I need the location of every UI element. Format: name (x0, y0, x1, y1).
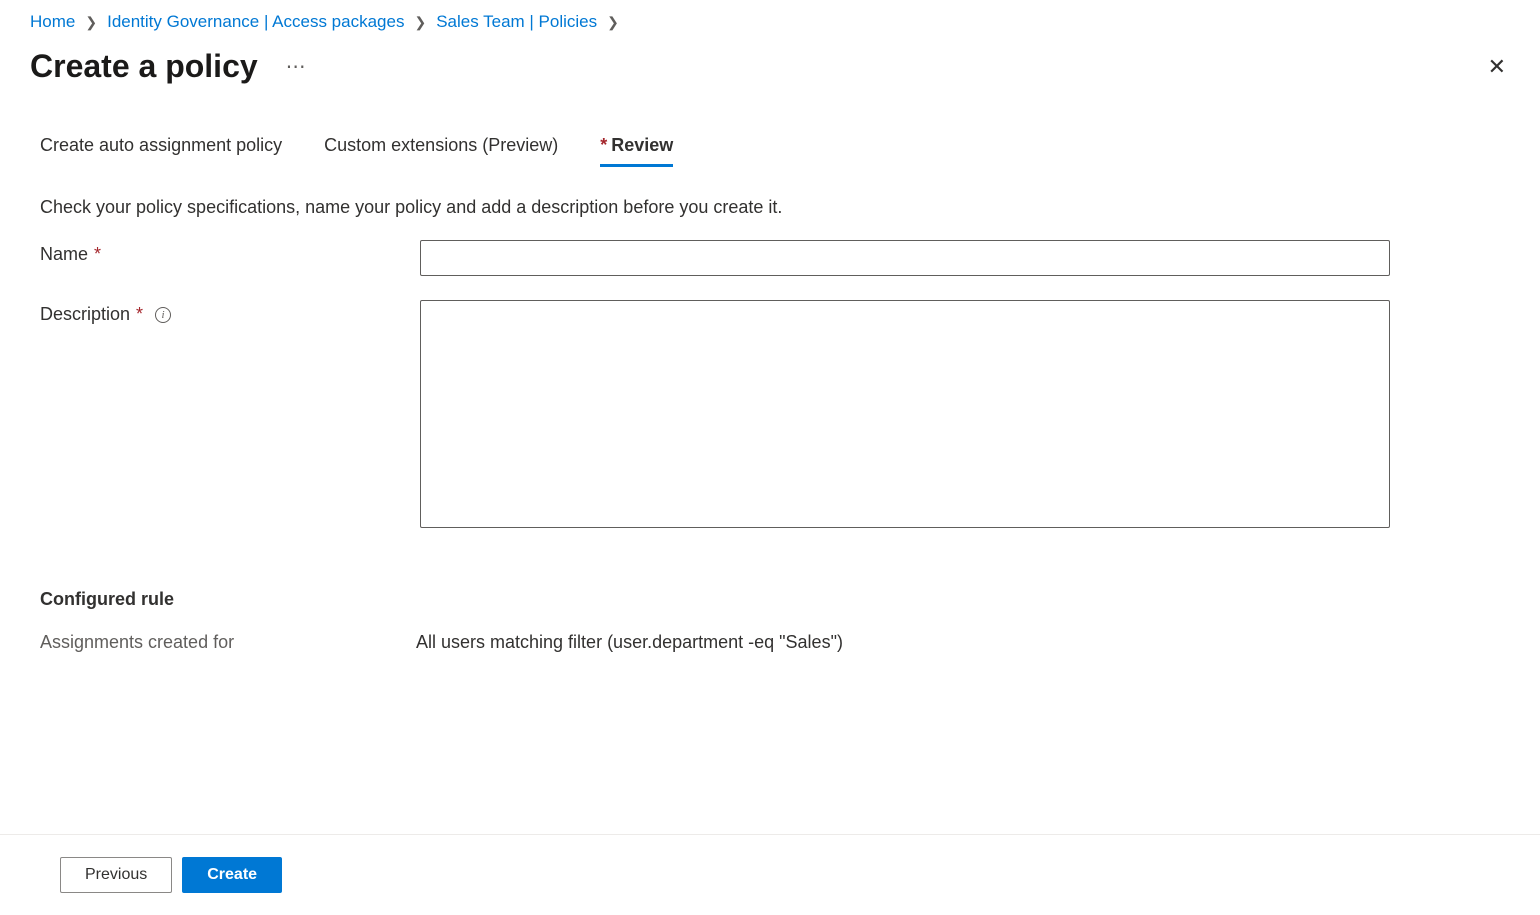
required-indicator-icon: * (136, 304, 143, 325)
chevron-right-icon: ❯ (85, 14, 97, 31)
intro-text: Check your policy specifications, name y… (40, 197, 1500, 218)
page-header: Create a policy ⋯ ✕ (0, 40, 1540, 95)
name-input[interactable] (420, 240, 1390, 276)
breadcrumb-sales-team-policies[interactable]: Sales Team | Policies (436, 12, 597, 32)
footer-actions: Previous Create (0, 834, 1540, 915)
tab-label: Create auto assignment policy (40, 135, 282, 155)
form-row-name: Name * (40, 240, 1500, 276)
description-input[interactable] (420, 300, 1390, 528)
form-row-description: Description * i (40, 300, 1500, 531)
label-text: Description (40, 304, 130, 325)
previous-button[interactable]: Previous (60, 857, 172, 893)
page-title: Create a policy (30, 48, 258, 85)
tab-strip: Create auto assignment policy Custom ext… (40, 135, 1500, 167)
info-icon[interactable]: i (155, 307, 171, 323)
assignments-label: Assignments created for (40, 632, 416, 653)
main-content: Create auto assignment policy Custom ext… (0, 95, 1540, 653)
assignments-row: Assignments created for All users matchi… (40, 632, 1500, 653)
breadcrumb: Home ❯ Identity Governance | Access pack… (0, 0, 1540, 40)
tab-create-auto-assignment-policy[interactable]: Create auto assignment policy (40, 135, 282, 167)
description-label: Description * i (40, 300, 420, 325)
chevron-right-icon: ❯ (607, 14, 619, 31)
create-button[interactable]: Create (182, 857, 282, 893)
configured-rule-heading: Configured rule (40, 589, 1500, 610)
required-indicator-icon: * (94, 244, 101, 265)
label-text: Name (40, 244, 88, 265)
tab-review[interactable]: *Review (600, 135, 673, 167)
breadcrumb-home[interactable]: Home (30, 12, 75, 32)
close-icon[interactable]: ✕ (1484, 52, 1510, 82)
name-label: Name * (40, 240, 420, 265)
tab-label: Review (611, 135, 673, 155)
more-actions-icon[interactable]: ⋯ (286, 57, 308, 77)
tab-custom-extensions[interactable]: Custom extensions (Preview) (324, 135, 558, 167)
assignments-value: All users matching filter (user.departme… (416, 632, 843, 653)
breadcrumb-identity-governance[interactable]: Identity Governance | Access packages (107, 12, 404, 32)
required-indicator-icon: * (600, 135, 607, 155)
tab-label: Custom extensions (Preview) (324, 135, 558, 155)
chevron-right-icon: ❯ (414, 14, 426, 31)
